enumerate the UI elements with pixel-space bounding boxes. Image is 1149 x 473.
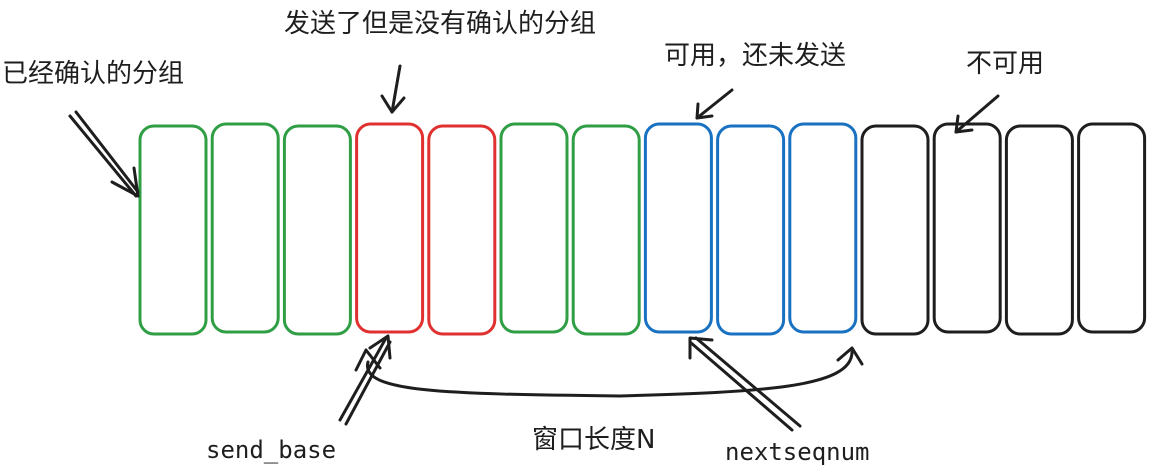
packet-usable-8 xyxy=(643,122,713,334)
arrow-nextseqnum xyxy=(688,336,802,432)
label-usable: 可用，还未发送 xyxy=(664,41,846,71)
packet-unusable-13 xyxy=(1004,124,1074,336)
packet-row xyxy=(138,122,1147,336)
packet-acked-2 xyxy=(210,122,280,334)
label-nextseqnum: nextseqnum xyxy=(725,438,870,466)
packet-acked-7 xyxy=(571,124,641,336)
packet-unusable-11 xyxy=(860,124,930,336)
label-send-base: send_base xyxy=(206,436,336,464)
packet-unusable-14 xyxy=(1077,122,1147,334)
arrow-acked xyxy=(68,110,140,198)
packet-sent-unacked-4 xyxy=(355,122,425,334)
label-unusable: 不可用 xyxy=(966,49,1044,79)
label-acked: 已经确认的分组 xyxy=(2,59,184,89)
label-sent-unacked: 发送了但是没有确认的分组 xyxy=(284,9,596,39)
arrow-window-length xyxy=(354,346,864,398)
packet-acked-6 xyxy=(499,122,569,334)
packet-unusable-12 xyxy=(932,122,1002,334)
packet-usable-9 xyxy=(716,124,786,336)
sliding-window-diagram: 已经确认的分组 发送了但是没有确认的分组 可用，还未发送 不可用 send_ba… xyxy=(2,9,1147,466)
packet-sent-unacked-5 xyxy=(427,124,497,336)
arrow-sent-unacked xyxy=(380,64,406,114)
arrow-usable xyxy=(695,88,734,120)
packet-acked-1 xyxy=(138,124,208,336)
packet-acked-3 xyxy=(282,124,352,336)
label-window-length: 窗口长度N xyxy=(532,425,655,455)
packet-usable-10 xyxy=(788,122,858,334)
